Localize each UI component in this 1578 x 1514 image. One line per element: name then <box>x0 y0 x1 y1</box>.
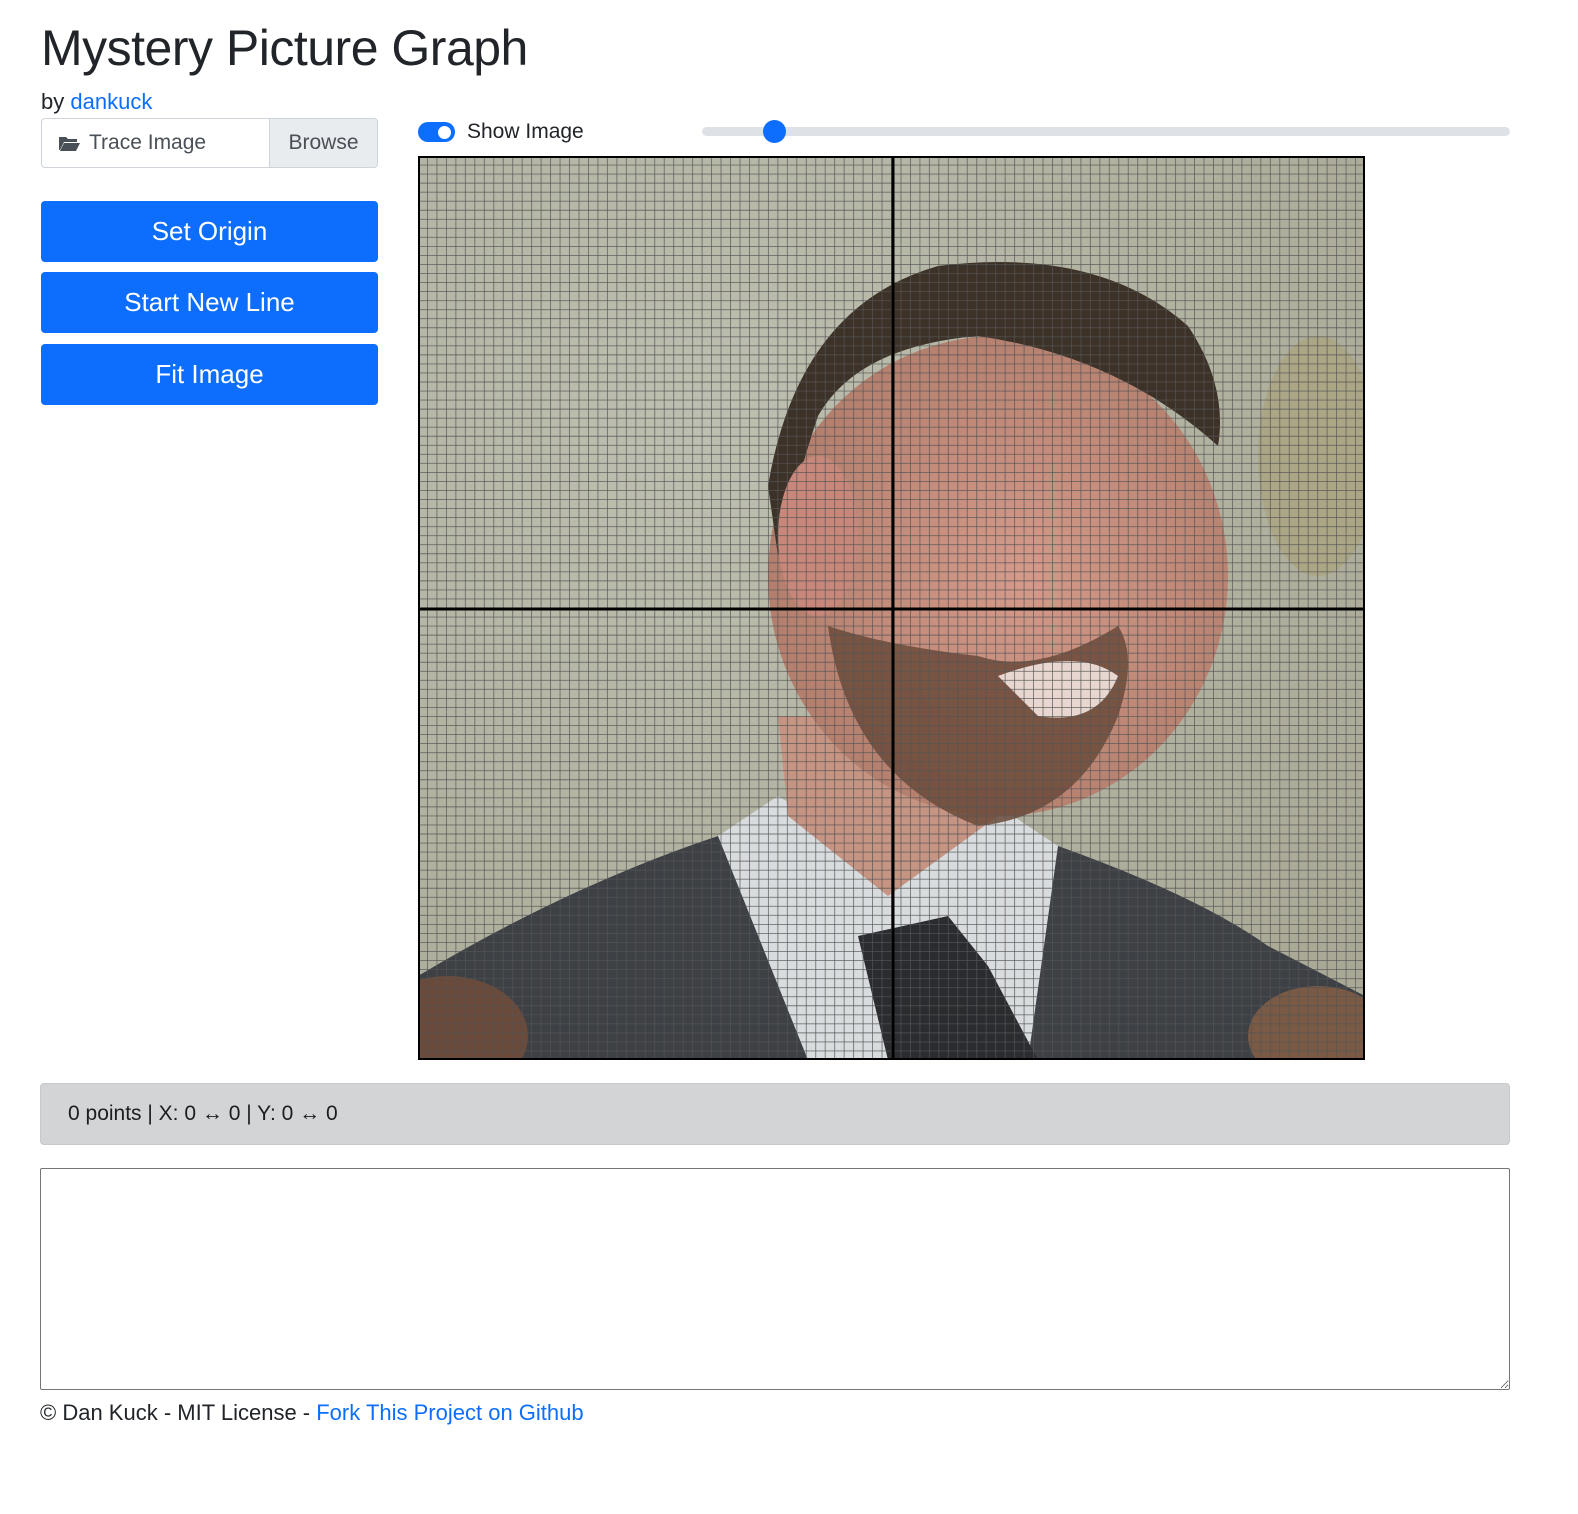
points-output-textarea[interactable] <box>40 1168 1510 1390</box>
copyright-text: © Dan Kuck - MIT License - <box>40 1400 317 1425</box>
github-link[interactable]: Fork This Project on Github <box>316 1400 583 1425</box>
fit-image-button[interactable]: Fit Image <box>41 344 378 405</box>
author-link[interactable]: dankuck <box>70 89 152 114</box>
toggle-switch[interactable] <box>418 122 455 142</box>
slider-thumb[interactable] <box>762 120 786 143</box>
graph-canvas[interactable] <box>418 156 1365 1060</box>
byline-prefix: by <box>41 89 65 114</box>
folder-open-icon <box>58 134 81 152</box>
set-origin-button[interactable]: Set Origin <box>41 201 378 262</box>
byline: by dankuck <box>41 88 152 116</box>
file-input-label[interactable]: Trace Image <box>41 118 269 168</box>
footer: © Dan Kuck - MIT License - Fork This Pro… <box>40 1399 584 1427</box>
slider-track[interactable] <box>702 127 1510 136</box>
show-image-toggle[interactable]: Show Image <box>418 118 584 146</box>
show-image-label: Show Image <box>467 120 584 143</box>
file-input-text: Trace Image <box>89 131 207 154</box>
trace-image-file-input[interactable]: Trace Image Browse <box>41 118 378 168</box>
browse-button[interactable]: Browse <box>269 118 378 168</box>
status-bar: 0 points | X: 0 ↔ 0 | Y: 0 ↔ 0 <box>40 1083 1510 1145</box>
start-new-line-button[interactable]: Start New Line <box>41 272 378 333</box>
graph-svg[interactable] <box>418 156 1365 1060</box>
page-title: Mystery Picture Graph <box>41 20 528 76</box>
image-opacity-slider[interactable] <box>702 119 1510 145</box>
